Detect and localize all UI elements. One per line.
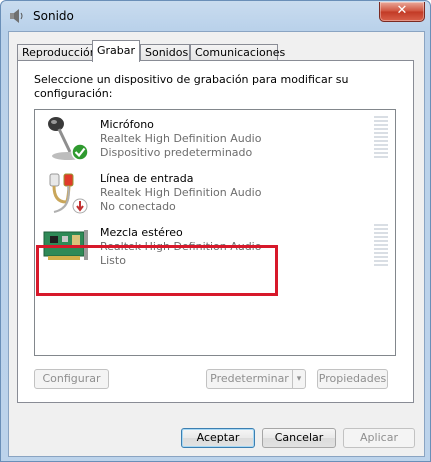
close-icon: ✕ (396, 3, 408, 18)
properties-button[interactable]: Propiedades (317, 369, 388, 389)
tab-reproduccion[interactable]: Reproducción (17, 44, 97, 61)
sound-dialog-window: Sonido ✕ Reproducción Grabar Sonidos Com… (0, 0, 431, 462)
dialog-client-area: Reproducción Grabar Sonidos Comunicacion… (8, 31, 425, 457)
set-default-button[interactable]: Predeterminar (206, 369, 293, 389)
check-badge-icon (71, 143, 89, 161)
chevron-down-icon: ▾ (296, 374, 302, 384)
level-meter (374, 224, 388, 266)
accept-button[interactable]: Aceptar (181, 428, 255, 448)
selection-highlight-box (36, 245, 278, 296)
device-name: Mezcla estéreo (100, 226, 183, 239)
recording-tab-panel: Seleccione un dispositivo de grabación p… (17, 60, 414, 403)
apply-button[interactable]: Aplicar (343, 428, 415, 448)
cancel-button[interactable]: Cancelar (262, 428, 336, 448)
configure-button[interactable]: Configurar (34, 369, 109, 389)
window-title: Sonido (33, 9, 74, 23)
device-item-linea-de-entrada[interactable]: Línea de entrada Realtek High Definition… (38, 168, 392, 220)
device-status: No conectado (100, 200, 176, 213)
level-meter (374, 116, 388, 158)
device-name: Línea de entrada (100, 172, 194, 185)
microphone-icon (48, 117, 89, 161)
close-button[interactable]: ✕ (379, 2, 425, 22)
device-item-microfono[interactable]: Micrófono Realtek High Definition Audio … (38, 114, 392, 166)
device-name: Micrófono (100, 118, 154, 131)
unplugged-badge-icon (72, 198, 88, 214)
tab-sonidos[interactable]: Sonidos (140, 44, 190, 61)
tab-grabar[interactable]: Grabar (92, 40, 140, 62)
set-default-dropdown-arrow[interactable]: ▾ (292, 369, 306, 389)
tab-comunicaciones[interactable]: Comunicaciones (190, 44, 285, 61)
device-status: Dispositivo predeterminado (100, 146, 253, 159)
title-bar[interactable]: Sonido ✕ (1, 1, 430, 31)
audio-jack-icon (49, 173, 88, 214)
speaker-icon (10, 9, 23, 23)
instructions-text: Seleccione un dispositivo de grabación p… (34, 73, 349, 100)
device-driver: Realtek High Definition Audio (100, 132, 262, 145)
recording-device-list[interactable]: Micrófono Realtek High Definition Audio … (34, 109, 396, 356)
device-driver: Realtek High Definition Audio (100, 186, 262, 199)
